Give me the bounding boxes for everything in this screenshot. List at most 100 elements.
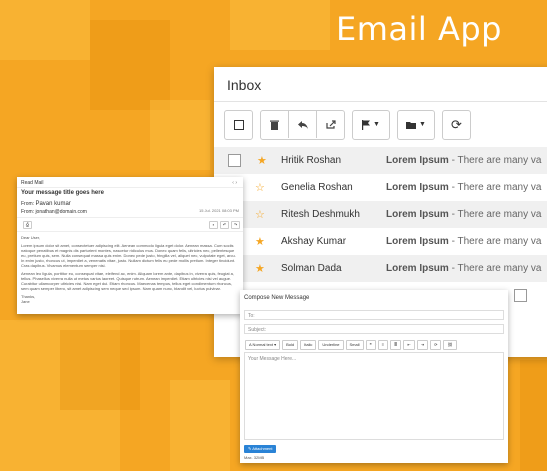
signature: Jane bbox=[21, 299, 30, 304]
forward-button[interactable] bbox=[317, 111, 344, 138]
bg-tile bbox=[0, 0, 90, 60]
list-ol-icon[interactable]: ≣ bbox=[390, 340, 402, 350]
message-snippet: - There are many va bbox=[448, 263, 542, 274]
from-label: From: bbox=[21, 201, 35, 207]
message-subject: Lorem Ipsum bbox=[386, 155, 449, 166]
reply-icon: ↶ bbox=[222, 222, 227, 227]
reply-icon bbox=[297, 120, 308, 129]
message-snippet: - There are many va bbox=[448, 182, 542, 193]
greeting: Dear User, bbox=[21, 235, 41, 240]
sender-name: Hritik Roshan bbox=[281, 155, 342, 166]
share-icon bbox=[325, 120, 336, 129]
inbox-toolbar: ▼ ▼ ⟳ bbox=[224, 110, 471, 140]
list-item[interactable]: ★ Solman Dada Lorem Ipsum - There are ma… bbox=[214, 255, 547, 282]
bg-tile bbox=[60, 330, 140, 410]
sender-name: Ritesh Deshmukh bbox=[281, 209, 360, 220]
star-outline-icon[interactable]: ☆ bbox=[255, 181, 265, 194]
delete-button[interactable] bbox=[261, 111, 289, 138]
row-checkbox[interactable] bbox=[514, 289, 527, 302]
message-subject: Lorem Ipsum bbox=[386, 263, 449, 274]
refresh-group: ⟳ bbox=[442, 110, 471, 140]
small-button[interactable]: Small bbox=[345, 340, 364, 350]
forward-button[interactable]: ↷ bbox=[231, 221, 240, 229]
indent-icon[interactable]: ⇥ bbox=[416, 340, 429, 350]
bg-tile bbox=[170, 380, 230, 471]
forward-icon: ↷ bbox=[233, 222, 238, 227]
star-outline-icon[interactable]: ☆ bbox=[255, 208, 265, 221]
message-preview: Lorem Ipsum - There are many va bbox=[386, 236, 541, 247]
to-field[interactable]: To: bbox=[244, 310, 504, 320]
italic-button[interactable]: Italic bbox=[300, 340, 317, 350]
outdent-icon[interactable]: ⇤ bbox=[403, 340, 415, 350]
sender-name: Genelia Roshan bbox=[281, 182, 353, 193]
mail-date: 15 Jul. 2021 08:03 PM bbox=[198, 208, 239, 213]
message-body-input[interactable]: Your Message Here... bbox=[244, 352, 504, 440]
from-row: From: Pavan kumar bbox=[21, 201, 71, 207]
flag-icon bbox=[362, 119, 371, 130]
sender-name: Solman Dada bbox=[281, 263, 342, 274]
from-email: From: jonathan@domain.com bbox=[21, 209, 87, 215]
divider bbox=[17, 231, 243, 232]
message-subject: Lorem Ipsum bbox=[386, 209, 449, 220]
bg-tile bbox=[230, 0, 330, 50]
star-icon[interactable]: ★ bbox=[255, 262, 265, 275]
star-icon[interactable]: ★ bbox=[257, 154, 267, 167]
quote-icon[interactable]: ❝ bbox=[365, 340, 376, 350]
divider bbox=[17, 217, 243, 218]
message-snippet: - There are many va bbox=[448, 155, 542, 166]
print-icon: ⎙ bbox=[25, 222, 30, 227]
bg-tile bbox=[150, 100, 210, 170]
message-preview: Lorem Ipsum - There are many va bbox=[386, 263, 541, 274]
read-mail-header: Read Mail bbox=[21, 180, 44, 186]
print-button[interactable]: ⎙ bbox=[23, 221, 32, 229]
list-item[interactable]: ★ Hritik Roshan Lorem Ipsum - There are … bbox=[214, 147, 547, 174]
pager-arrows[interactable]: ‹ › bbox=[232, 180, 237, 186]
delete-button[interactable]: ▪ bbox=[209, 221, 218, 229]
mail-subject: Your message title goes here bbox=[21, 190, 104, 196]
from-name: Pavan kumar bbox=[35, 201, 71, 207]
message-preview: Lorem Ipsum - There are many va bbox=[386, 209, 541, 220]
subject-field[interactable]: Subject: bbox=[244, 324, 504, 334]
bold-button[interactable]: Bold bbox=[282, 340, 299, 350]
checkbox-icon bbox=[233, 119, 244, 130]
divider bbox=[17, 187, 243, 188]
editor-toolbar: A Normal text ▾ Bold Italic Underline Sm… bbox=[245, 340, 457, 350]
link-icon[interactable]: ⛓ bbox=[443, 340, 457, 350]
sender-name: Akshay Kumar bbox=[281, 236, 347, 247]
read-mail-panel: Read Mail ‹ › Your message title goes he… bbox=[17, 177, 243, 314]
inbox-title: Inbox bbox=[227, 77, 262, 93]
folder-icon bbox=[406, 121, 417, 129]
trash-icon: ▪ bbox=[212, 222, 215, 227]
reply-button[interactable]: ↶ bbox=[220, 221, 229, 229]
body-paragraph: Aenean leo ligula, porttitor eu, consequ… bbox=[21, 271, 235, 291]
flag-dropdown[interactable]: ▼ bbox=[353, 111, 389, 138]
list-item[interactable]: ★ Akshay Kumar Lorem Ipsum - There are m… bbox=[214, 228, 547, 255]
list-ul-icon[interactable]: ≡ bbox=[377, 340, 389, 350]
select-all-button[interactable] bbox=[225, 111, 252, 138]
actions-group bbox=[260, 110, 345, 140]
list-item[interactable]: ☆ Ritesh Deshmukh Lorem Ipsum - There ar… bbox=[214, 201, 547, 228]
undo-icon[interactable]: ⟳ bbox=[430, 340, 442, 350]
body-paragraph: Lorem ipsum dolor sit amet, consectetuer… bbox=[21, 243, 236, 268]
row-checkbox[interactable] bbox=[228, 154, 241, 167]
message-preview: Lorem Ipsum - There are many va bbox=[386, 182, 541, 193]
list-item[interactable]: ☆ Genelia Roshan Lorem Ipsum - There are… bbox=[214, 174, 547, 201]
bg-tile bbox=[520, 360, 547, 471]
message-preview: Lorem Ipsum - There are many va bbox=[386, 155, 541, 166]
message-subject: Lorem Ipsum bbox=[386, 182, 449, 193]
compose-panel: Compose New Message To: Subject: A Norma… bbox=[240, 290, 508, 463]
reply-button[interactable] bbox=[289, 111, 317, 138]
star-icon[interactable]: ★ bbox=[255, 235, 265, 248]
refresh-button[interactable]: ⟳ bbox=[443, 111, 470, 138]
underline-button[interactable]: Underline bbox=[318, 340, 344, 350]
attachment-button[interactable]: ✎ Attachment bbox=[244, 445, 277, 453]
trash-icon bbox=[270, 120, 279, 130]
app-title: Email App bbox=[336, 10, 502, 48]
compose-title: Compose New Message bbox=[244, 295, 310, 301]
flag-group: ▼ bbox=[352, 110, 390, 140]
text-style-dropdown[interactable]: A Normal text ▾ bbox=[245, 340, 281, 350]
folder-dropdown[interactable]: ▼ bbox=[398, 111, 434, 138]
refresh-icon: ⟳ bbox=[451, 116, 462, 132]
message-list: ★ Hritik Roshan Lorem Ipsum - There are … bbox=[214, 147, 547, 309]
folder-group: ▼ bbox=[397, 110, 435, 140]
